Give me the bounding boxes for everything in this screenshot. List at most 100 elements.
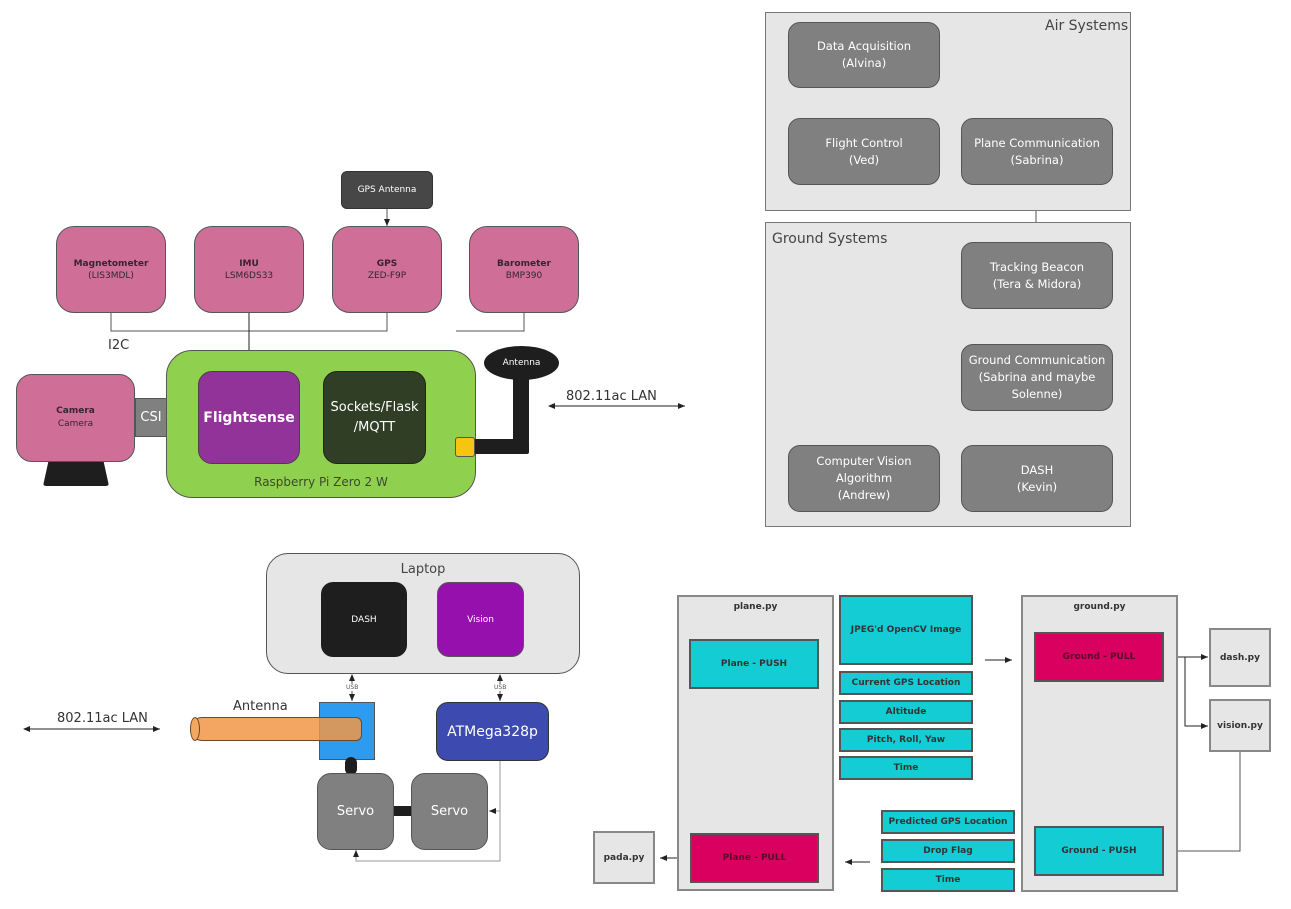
camera-name: Camera (56, 406, 95, 416)
ground-py-title: ground.py (1073, 602, 1126, 612)
csi-connector: CSI (135, 398, 167, 437)
sockets-flask-mqtt-box: Sockets/Flask /MQTT (323, 371, 426, 464)
team-box-title: DASH (1020, 462, 1054, 477)
uplink-field-attitude: Pitch, Roll, Yaw (839, 728, 973, 752)
team-box-title: Plane Communication (974, 135, 1100, 150)
ground-push-label: Ground - PUSH (1061, 846, 1137, 856)
team-box-member: (Alvina) (841, 56, 887, 70)
sensor-name: IMU (239, 258, 259, 269)
team-box-member: (Kevin) (1016, 479, 1058, 494)
antenna-label: Antenna (502, 358, 541, 368)
sensor-part: (LIS3MDL) (88, 270, 134, 281)
field-label: Time (893, 763, 919, 773)
sensor-part: ZED-F9P (367, 270, 407, 281)
i2c-bus-label: I2C (108, 338, 130, 353)
team-box-plane-communication: Plane Communication (Sabrina) (961, 118, 1113, 185)
uplink-field-gps: Current GPS Location (839, 671, 973, 695)
team-box-member: (Sabrina) (1010, 152, 1064, 167)
team-box-member: (Sabrina and maybe (978, 370, 1096, 384)
sensor-name: Magnetometer (73, 258, 149, 269)
antenna-end-cap-icon (190, 717, 200, 741)
field-label: Pitch, Roll, Yaw (866, 735, 946, 745)
antenna-connector-icon (455, 437, 475, 457)
flightsense-box: Flightsense (198, 371, 300, 464)
downlink-field-time: Time (881, 868, 1015, 892)
team-box-member: Solenne) (1011, 387, 1063, 401)
vision-py-box: vision.py (1209, 699, 1271, 752)
atmega-mcu-box: ATMega328p (436, 702, 549, 761)
team-box-dash: DASH (Kevin) (961, 445, 1113, 512)
team-box-flight-control: Flight Control (Ved) (788, 118, 940, 185)
team-box-member: (Ved) (848, 152, 880, 167)
servo-coupler-icon (394, 806, 412, 816)
plane-py-title: plane.py (733, 602, 778, 612)
team-box-member: (Andrew) (837, 488, 891, 502)
pada-py-label: pada.py (603, 852, 645, 863)
sensor-gps: GPS ZED-F9P (332, 226, 442, 313)
vision-app-box: Vision (437, 582, 524, 657)
ground-pull-label: Ground - PULL (1062, 652, 1136, 662)
camera-part: Camera (57, 419, 94, 429)
antenna-label-ground: Antenna (233, 699, 288, 714)
sensor-barometer: Barometer BMP390 (469, 226, 579, 313)
plane-push-box: Plane - PUSH (689, 639, 819, 689)
team-box-tracking-beacon: Tracking Beacon (Tera & Midora) (961, 242, 1113, 309)
team-box-title: Algorithm (835, 471, 893, 485)
antenna-head: Antenna (484, 346, 559, 380)
sensor-part: BMP390 (505, 270, 543, 281)
downlink-field-predicted-gps: Predicted GPS Location (881, 810, 1015, 834)
servo-pan-box: Servo (317, 773, 394, 850)
camera-stand-icon (43, 462, 109, 486)
servo-label: Servo (430, 804, 469, 819)
usb-label-left: USB (346, 684, 359, 691)
plane-pull-box: Plane - PULL (690, 833, 819, 883)
sensor-imu: IMU LSM6DS33 (194, 226, 304, 313)
field-label: Drop Flag (923, 846, 973, 856)
team-box-ground-communication: Ground Communication (Sabrina and maybe … (961, 344, 1113, 411)
servo-tilt-box: Servo (411, 773, 488, 850)
plane-push-label: Plane - PUSH (720, 659, 788, 669)
flightsense-label: Flightsense (203, 409, 295, 426)
dash-py-label: dash.py (1219, 652, 1260, 663)
ground-push-box: Ground - PUSH (1034, 826, 1164, 876)
antenna-base-icon (474, 439, 529, 454)
vision-py-label: vision.py (1217, 720, 1263, 731)
team-box-computer-vision: Computer Vision Algorithm (Andrew) (788, 445, 940, 512)
atmega-label: ATMega328p (447, 723, 538, 740)
field-label: Current GPS Location (851, 678, 961, 688)
gps-antenna-label: GPS Antenna (357, 185, 417, 195)
team-box-title: Data Acquisition (816, 39, 912, 53)
dash-app-box: DASH (321, 582, 407, 657)
team-box-member: (Tera & Midora) (992, 276, 1082, 291)
antenna-mast-icon (513, 370, 529, 440)
board-label: Raspberry Pi Zero 2 W (254, 475, 388, 489)
dash-py-box: dash.py (1209, 628, 1271, 687)
team-box-title: Flight Control (825, 135, 903, 150)
servo-label: Servo (336, 804, 375, 819)
gps-antenna-box: GPS Antenna (341, 171, 433, 209)
sensor-name: Barometer (497, 258, 551, 269)
ground-systems-title: Ground Systems (772, 231, 888, 247)
laptop-label: Laptop (400, 561, 446, 577)
sensor-part: LSM6DS33 (224, 270, 274, 281)
sockets-label-line1: Sockets/Flask (330, 399, 419, 415)
field-label: Time (935, 875, 961, 885)
plane-pull-label: Plane - PULL (722, 853, 787, 863)
uplink-field-time: Time (839, 756, 973, 780)
field-label: Altitude (885, 707, 927, 717)
sensor-name: GPS (376, 258, 398, 269)
usb-label-right: USB (494, 684, 507, 691)
sockets-label-line2: /MQTT (353, 419, 396, 435)
team-box-data-acquisition: Data Acquisition (Alvina) (788, 22, 940, 88)
team-box-title: Tracking Beacon (989, 259, 1085, 274)
camera-box: Camera Camera (16, 374, 135, 462)
air-systems-title: Air Systems (1045, 18, 1129, 34)
team-box-title: Ground Communication (968, 353, 1106, 367)
wifi-link-label: 802.11ac LAN (566, 389, 657, 404)
directional-antenna-icon (190, 717, 362, 741)
field-label: Predicted GPS Location (888, 817, 1008, 827)
ground-pull-box: Ground - PULL (1034, 632, 1164, 682)
wifi-link-label-ground: 802.11ac LAN (57, 711, 148, 726)
team-box-title: Computer Vision (816, 454, 912, 468)
vision-app-label: Vision (467, 614, 494, 625)
